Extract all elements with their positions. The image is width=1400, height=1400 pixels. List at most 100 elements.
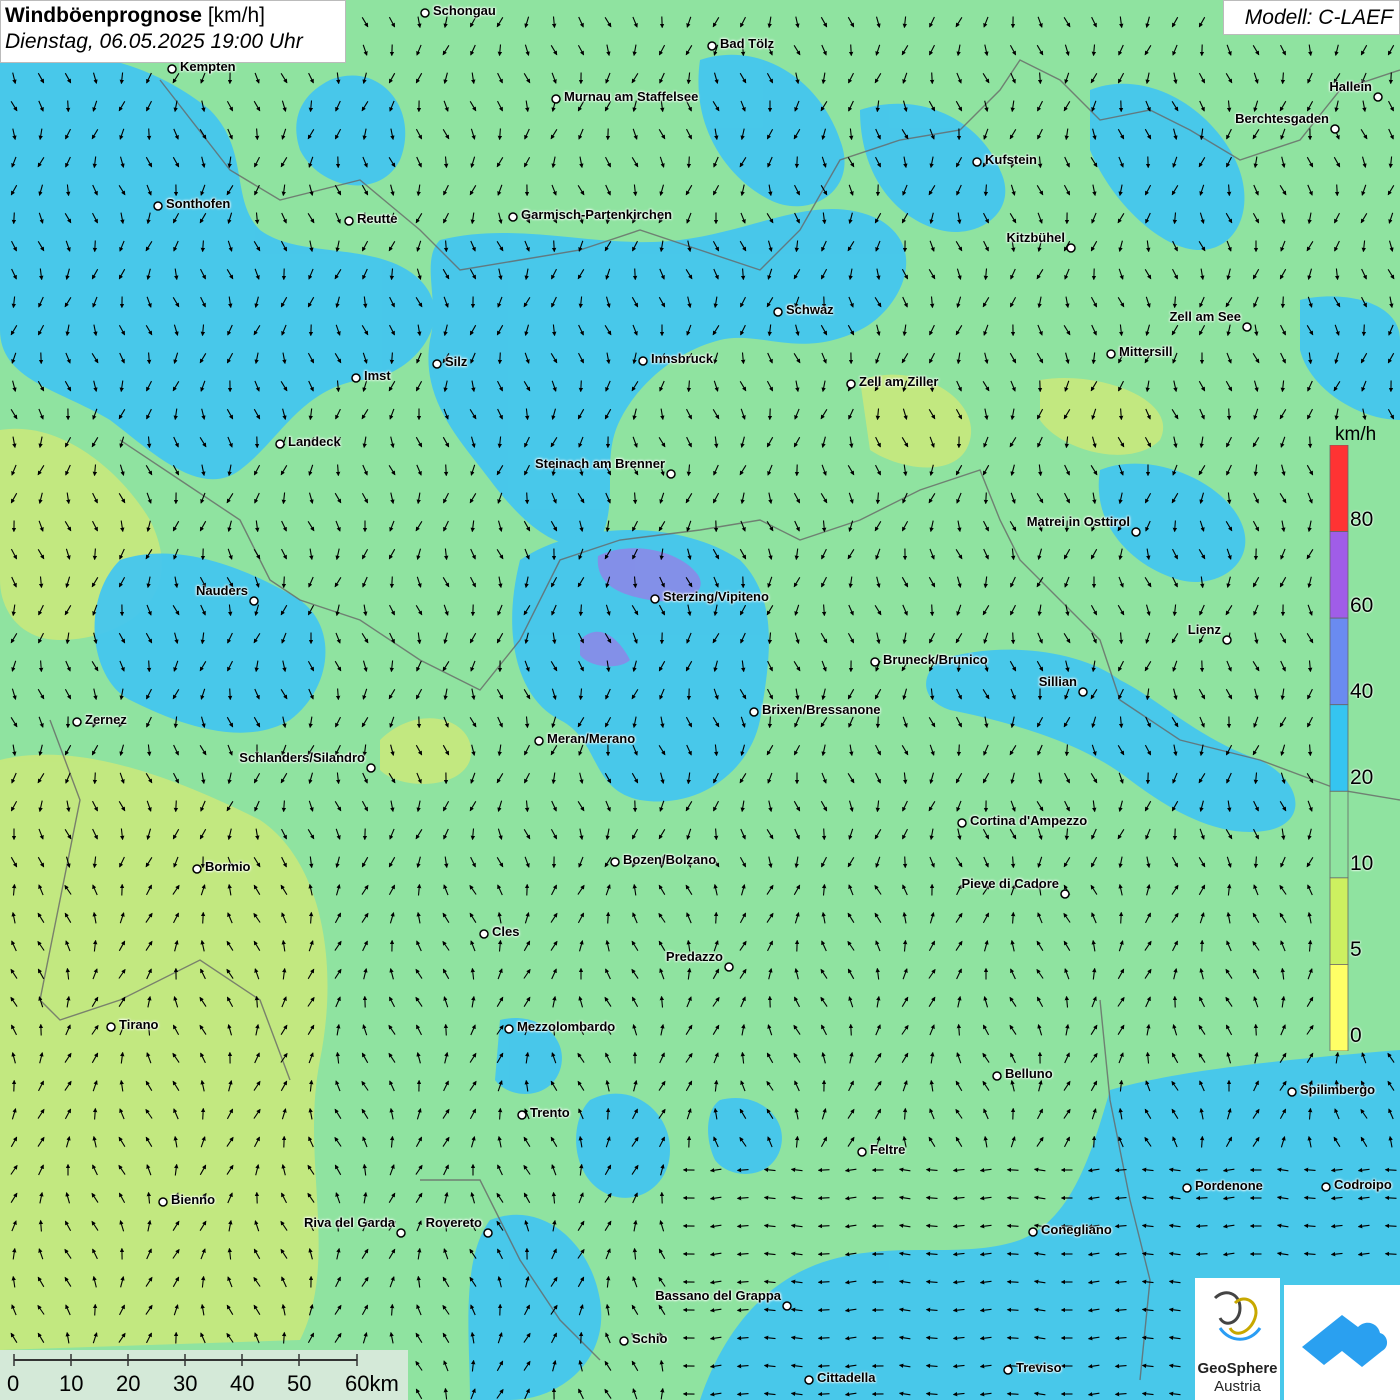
wind-arrow: [817, 1335, 830, 1341]
city-marker[interactable]: [610, 857, 620, 867]
city-marker[interactable]: [1060, 889, 1070, 899]
city-marker[interactable]: [619, 1336, 629, 1346]
city-marker[interactable]: [72, 717, 82, 727]
city-marker[interactable]: [782, 1301, 792, 1311]
city-marker[interactable]: [351, 373, 361, 383]
city-marker[interactable]: [249, 596, 259, 606]
wind-arrow: [1195, 1251, 1208, 1257]
wind-arrow: [1195, 1195, 1208, 1201]
city-marker[interactable]: [504, 1024, 514, 1034]
wind-arrow: [817, 1307, 830, 1313]
wind-arrow: [1361, 324, 1367, 337]
city-marker[interactable]: [167, 64, 177, 74]
wind-gust-map[interactable]: Windböenprognose [km/h] Dienstag, 06.05.…: [0, 0, 1400, 1400]
city-marker[interactable]: [707, 41, 717, 51]
city-label: Bad Tölz: [720, 36, 775, 51]
city-label: Hallein: [1329, 79, 1372, 94]
city-marker[interactable]: [106, 1022, 116, 1032]
city-marker[interactable]: [1066, 243, 1076, 253]
city-marker[interactable]: [534, 736, 544, 746]
city-label: Cortina d'Ampezzo: [970, 813, 1088, 828]
city-marker[interactable]: [396, 1228, 406, 1238]
city-label: Sillian: [1038, 674, 1077, 689]
city-marker[interactable]: [773, 307, 783, 317]
city-marker[interactable]: [1222, 635, 1232, 645]
city-marker[interactable]: [724, 962, 734, 972]
geosphere-text: GeoSphere: [1197, 1360, 1278, 1377]
city-marker[interactable]: [972, 157, 982, 167]
city-marker[interactable]: [275, 439, 285, 449]
city-marker[interactable]: [432, 359, 442, 369]
wind-arrow: [929, 72, 935, 85]
city-marker[interactable]: [1287, 1087, 1297, 1097]
city-marker[interactable]: [1078, 687, 1088, 697]
legend-swatch: [1329, 964, 1349, 1051]
city-label: Murnau am Staffelsee: [564, 89, 699, 104]
city-marker[interactable]: [857, 1147, 867, 1157]
wind-arrow: [578, 380, 584, 393]
city-marker[interactable]: [192, 864, 202, 874]
city-marker[interactable]: [650, 594, 660, 604]
geosphere-austria-logo[interactable]: GeoSphere Austria: [1195, 1278, 1280, 1400]
wind-arrow: [605, 1107, 611, 1120]
wind-arrow: [1334, 184, 1340, 197]
city-label: Bozen/Bolzano: [623, 852, 717, 867]
city-marker[interactable]: [344, 216, 354, 226]
wind-arrow: [65, 100, 71, 113]
wind-arrow: [1006, 1335, 1019, 1341]
scale-label: 20: [116, 1371, 141, 1396]
wind-arrow: [281, 576, 287, 589]
city-marker[interactable]: [846, 379, 856, 389]
wind-arrow: [848, 1023, 854, 1036]
city-marker[interactable]: [1182, 1183, 1192, 1193]
map-title: Windböenprognose [km/h]: [5, 4, 265, 27]
city-marker[interactable]: [508, 212, 518, 222]
legend-tick-label: 80: [1350, 508, 1374, 531]
city-label: Innsbruck: [651, 351, 714, 366]
city-label: Meran/Merano: [547, 731, 636, 746]
city-marker[interactable]: [666, 469, 676, 479]
city-marker[interactable]: [749, 707, 759, 717]
wind-arrow: [92, 240, 98, 253]
city-marker[interactable]: [366, 763, 376, 773]
wind-arrow: [92, 772, 98, 785]
city-marker[interactable]: [158, 1197, 168, 1207]
wind-arrow: [551, 240, 557, 253]
city-marker[interactable]: [551, 94, 561, 104]
wind-arrow: [173, 800, 179, 813]
city-marker[interactable]: [1242, 322, 1252, 332]
wind-arrow: [1091, 1135, 1097, 1148]
weather-app-logo[interactable]: [1284, 1285, 1400, 1400]
city-marker[interactable]: [1131, 527, 1141, 537]
wind-arrow: [443, 464, 449, 477]
wind-arrow: [605, 911, 611, 924]
legend-tick-label: 5: [1350, 938, 1362, 961]
city-marker[interactable]: [420, 8, 430, 18]
city-marker[interactable]: [992, 1071, 1002, 1081]
city-label: Schio: [632, 1331, 668, 1346]
city-marker[interactable]: [1028, 1227, 1038, 1237]
city-marker[interactable]: [957, 818, 967, 828]
city-marker[interactable]: [1003, 1365, 1013, 1375]
city-marker[interactable]: [870, 657, 880, 667]
wind-arrow: [1280, 296, 1286, 309]
city-marker[interactable]: [1106, 349, 1116, 359]
city-marker[interactable]: [804, 1375, 814, 1385]
city-label: Mezzolombardo: [517, 1019, 616, 1034]
city-marker[interactable]: [1321, 1182, 1331, 1192]
wind-arrow: [1253, 1023, 1259, 1036]
city-marker[interactable]: [517, 1110, 527, 1120]
wind-arrow: [817, 1363, 830, 1369]
city-marker[interactable]: [1330, 124, 1340, 134]
city-label: Steinach am Brenner: [534, 456, 665, 471]
city-marker[interactable]: [638, 356, 648, 366]
city-marker[interactable]: [153, 201, 163, 211]
city-marker[interactable]: [479, 929, 489, 939]
city-label: Kitzbühel: [1006, 230, 1066, 245]
wind-arrow: [1006, 1251, 1019, 1257]
city-marker[interactable]: [483, 1228, 493, 1238]
city-label: Zernez: [85, 712, 127, 727]
wind-arrow: [1384, 1195, 1397, 1201]
city-label: Nauders: [195, 583, 248, 598]
city-marker[interactable]: [1373, 92, 1383, 102]
